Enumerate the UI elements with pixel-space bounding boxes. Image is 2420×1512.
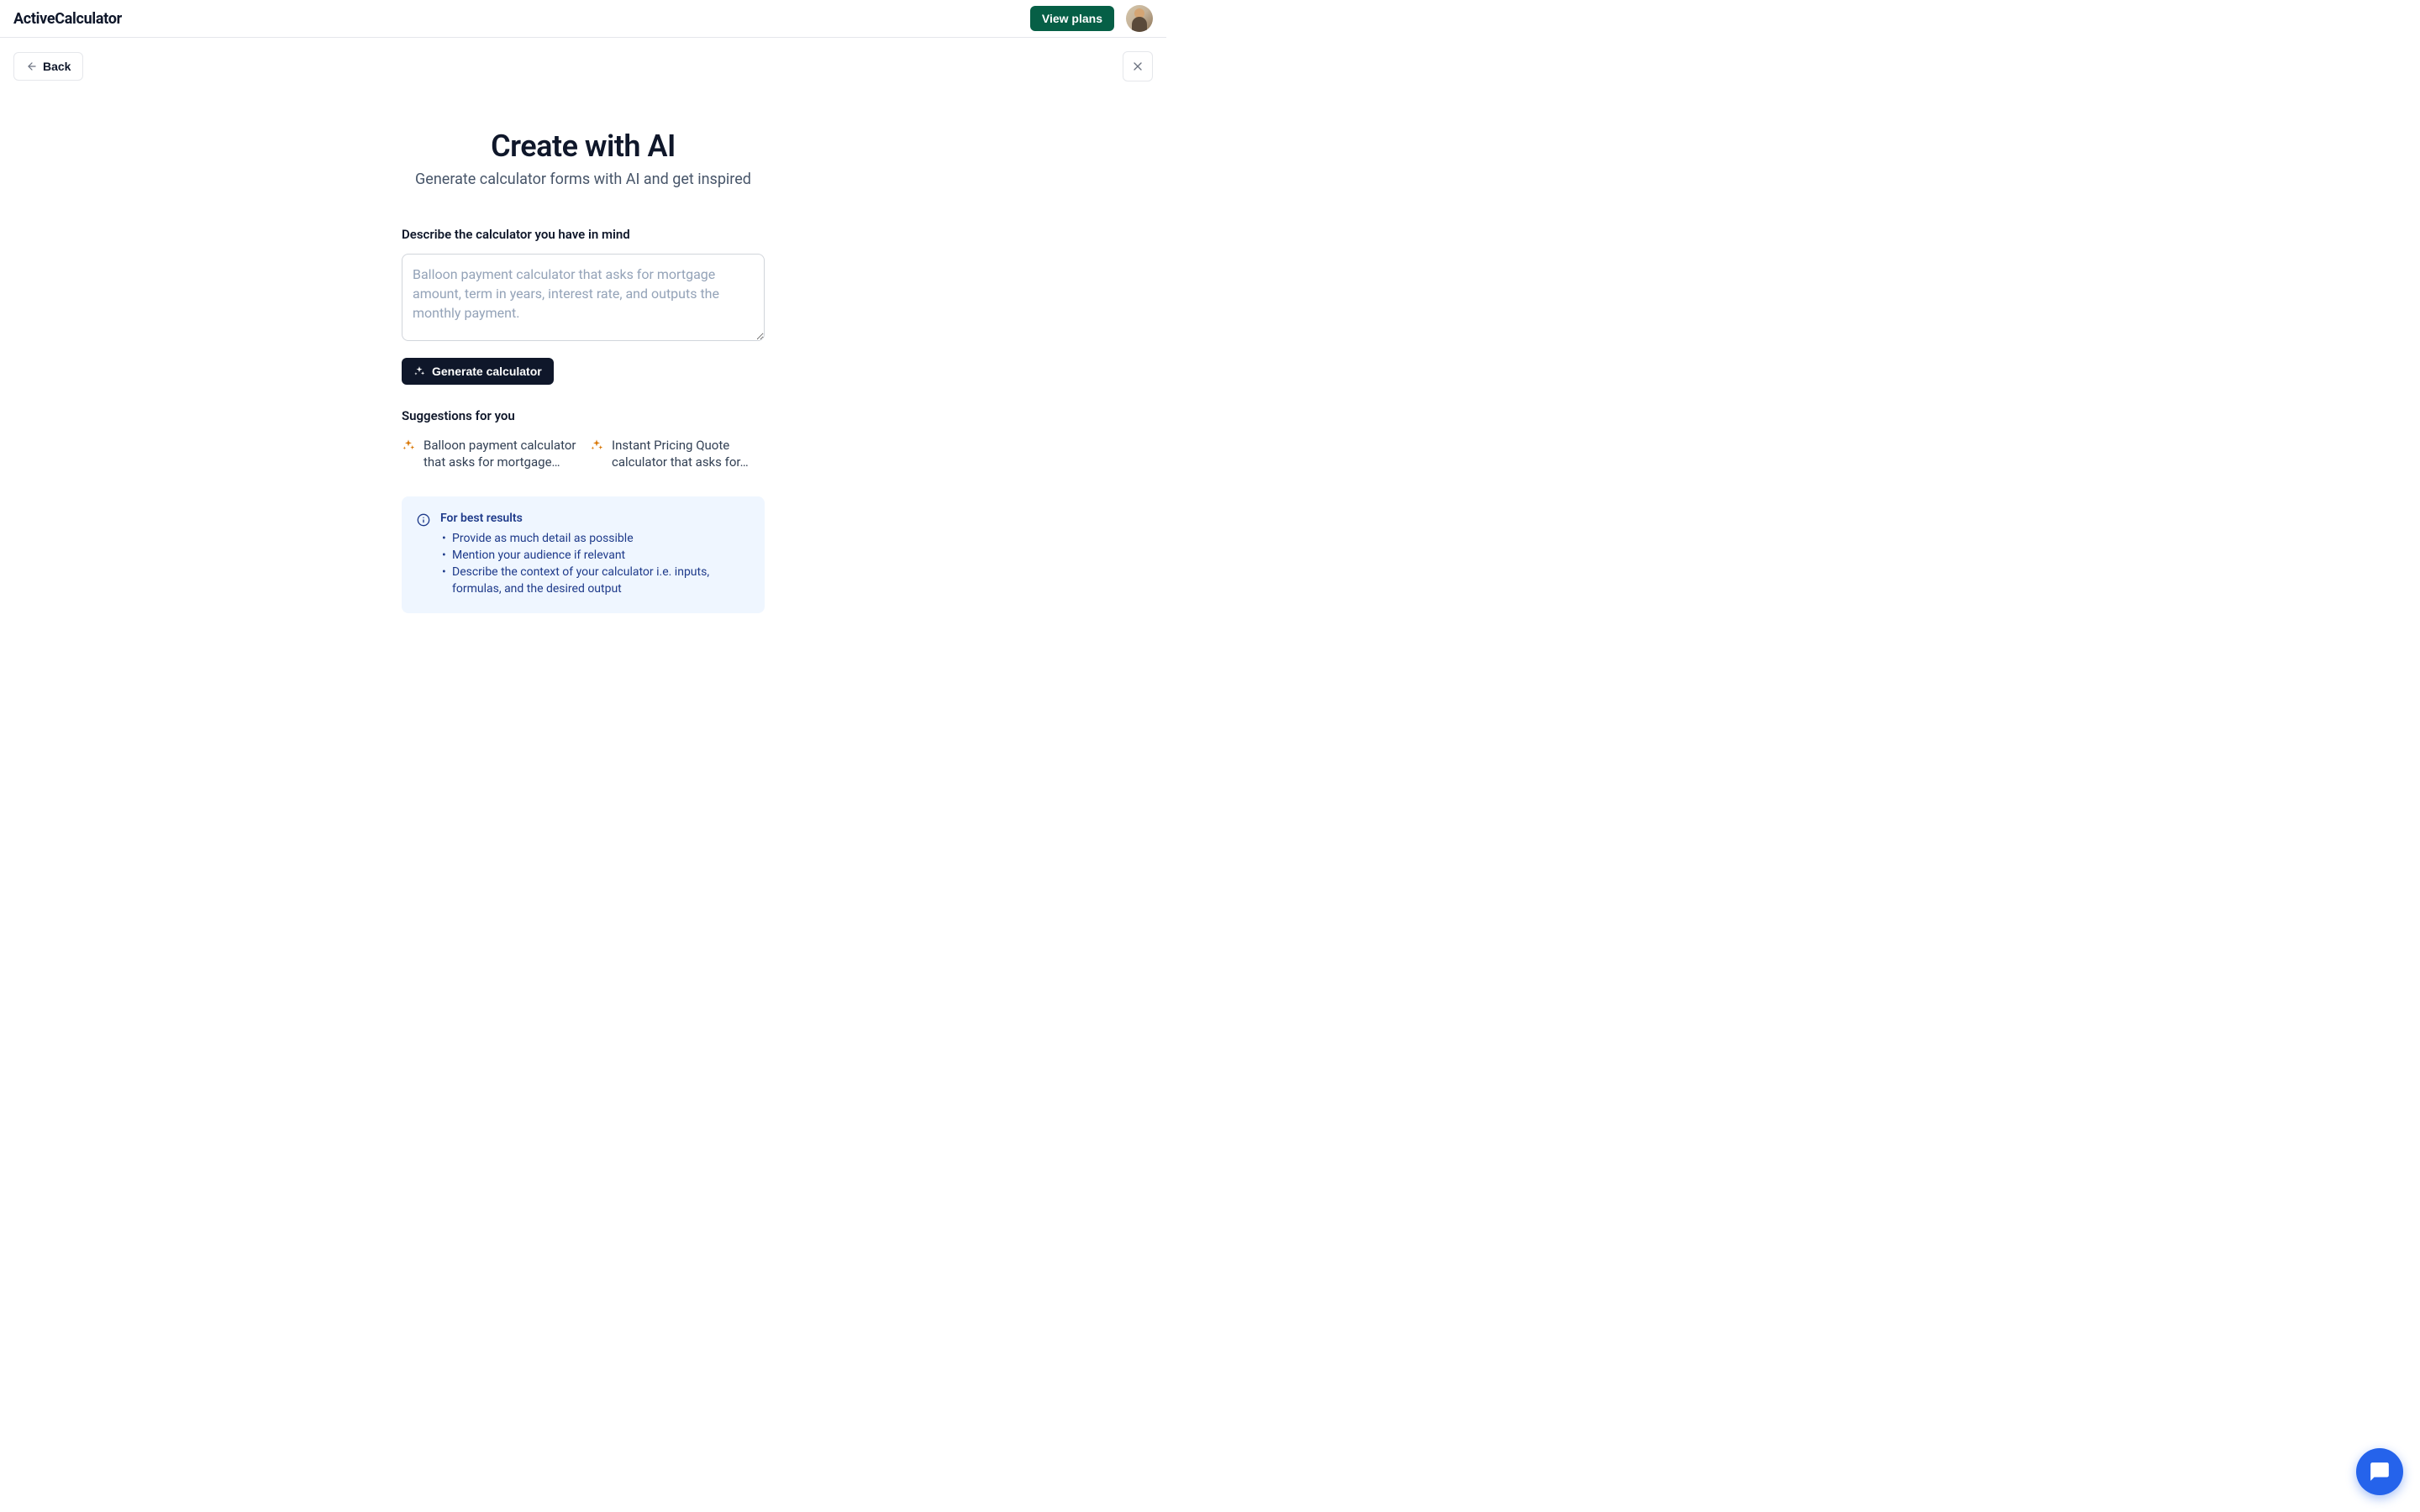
generate-label: Generate calculator [432, 365, 542, 378]
suggestions-section: Suggestions for you Balloon payment calc… [402, 408, 765, 473]
page-title: Create with AI [402, 129, 765, 164]
view-plans-button[interactable]: View plans [1030, 6, 1114, 31]
suggestions-grid: Balloon payment calculator that asks for… [402, 435, 765, 473]
tips-item: Provide as much detail as possible [452, 530, 750, 547]
generate-button[interactable]: Generate calculator [402, 358, 554, 385]
view-plans-label: View plans [1042, 12, 1102, 25]
chat-icon [2369, 1461, 2391, 1483]
sub-header: Back [0, 38, 1166, 95]
back-label: Back [43, 60, 71, 73]
suggestion-item[interactable]: Instant Pricing Quote calculator that as… [590, 435, 765, 473]
tips-item: Describe the context of your calculator … [452, 564, 750, 598]
tips-content: For best results Provide as much detail … [440, 512, 750, 598]
app-header: ActiveCalculator View plans [0, 0, 1166, 38]
sparkle-icon [590, 438, 603, 452]
back-button[interactable]: Back [13, 52, 83, 81]
tips-title: For best results [440, 512, 750, 525]
chat-button[interactable] [2356, 1448, 2403, 1495]
describe-textarea[interactable] [402, 254, 765, 341]
close-icon [1131, 60, 1144, 73]
tips-item: Mention your audience if relevant [452, 547, 750, 564]
header-right: View plans [1030, 5, 1153, 32]
close-button[interactable] [1123, 51, 1153, 81]
arrow-left-icon [26, 60, 38, 72]
logo: ActiveCalculator [13, 10, 122, 28]
suggestion-text: Instant Pricing Quote calculator that as… [612, 437, 765, 471]
form-section: Describe the calculator you have in mind… [402, 227, 765, 385]
suggestions-title: Suggestions for you [402, 408, 765, 423]
suggestion-item[interactable]: Balloon payment calculator that asks for… [402, 435, 576, 473]
main-content: Create with AI Generate calculator forms… [402, 129, 765, 613]
sparkle-icon [413, 365, 425, 377]
tips-box: For best results Provide as much detail … [402, 496, 765, 613]
tips-list: Provide as much detail as possible Menti… [440, 530, 750, 598]
describe-label: Describe the calculator you have in mind [402, 227, 765, 242]
page-subtitle: Generate calculator forms with AI and ge… [402, 171, 765, 188]
avatar[interactable] [1126, 5, 1153, 32]
info-icon [417, 513, 430, 527]
sparkle-icon [402, 438, 415, 452]
suggestion-text: Balloon payment calculator that asks for… [424, 437, 576, 471]
